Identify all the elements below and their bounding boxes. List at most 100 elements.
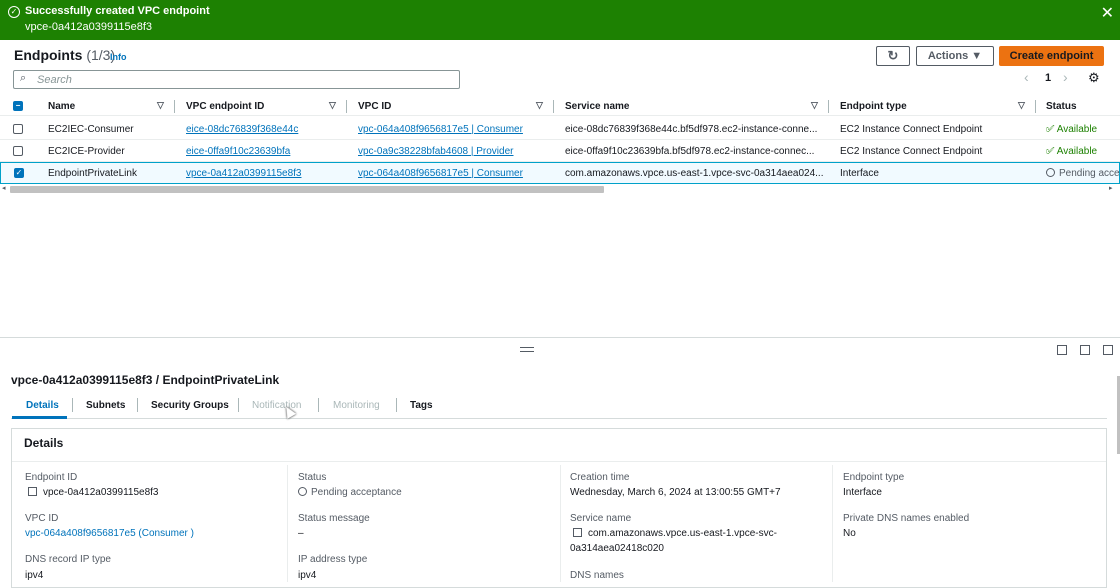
row-service-name: eice-0ffa9f10c23639bfa.bf5df978.ec2-inst… bbox=[565, 146, 815, 157]
resize-handle[interactable] bbox=[520, 347, 534, 352]
scroll-right-icon[interactable]: ▸ bbox=[1109, 184, 1113, 192]
close-icon[interactable]: ✕ bbox=[1101, 3, 1114, 23]
service-name-line1: com.amazonaws.vpce.us-east-1.vpce-svc- bbox=[588, 528, 777, 539]
column-divider[interactable] bbox=[828, 100, 829, 113]
tab-subnets[interactable]: Subnets bbox=[86, 400, 125, 411]
prev-page-button[interactable]: ‹ bbox=[1024, 69, 1029, 85]
table-row[interactable]: EC2ICE-Provider eice-0ffa9f10c23639bfa v… bbox=[0, 140, 1120, 162]
row-vpc-id-link[interactable]: vpc-0a9c38228bfab4608 | Provider bbox=[358, 146, 513, 157]
copy-icon[interactable] bbox=[28, 487, 37, 496]
tab-divider bbox=[72, 398, 73, 412]
horizontal-scrollbar[interactable]: ◂ ▸ bbox=[0, 184, 1120, 196]
search-placeholder: Search bbox=[37, 74, 72, 86]
tab-divider bbox=[318, 398, 319, 412]
split-divider bbox=[0, 337, 1120, 338]
row-vpc-id-link[interactable]: vpc-064a408f9656817e5 | Consumer bbox=[358, 168, 523, 179]
dns-ip-type-value: ipv4 bbox=[25, 570, 44, 581]
tab-tags[interactable]: Tags bbox=[410, 400, 433, 411]
sort-icon[interactable]: ▽ bbox=[536, 100, 543, 111]
row-endpoint-id-link[interactable]: eice-08dc76839f368e44c bbox=[186, 124, 298, 135]
refresh-icon: ↻ bbox=[887, 48, 899, 63]
table-row[interactable]: ✓ EndpointPrivateLink vpce-0a412a0399115… bbox=[0, 162, 1120, 184]
panel-side-icon[interactable] bbox=[1080, 345, 1090, 355]
row-checkbox[interactable]: ✓ bbox=[14, 168, 24, 178]
settings-icon[interactable]: ⚙ bbox=[1088, 70, 1100, 86]
panel-full-icon[interactable] bbox=[1103, 345, 1113, 355]
sort-icon[interactable]: ▽ bbox=[157, 100, 164, 111]
status-text: Pending acceptance bbox=[311, 487, 402, 498]
dns-names-label: DNS names bbox=[570, 570, 624, 581]
column-divider[interactable] bbox=[553, 100, 554, 113]
tab-divider bbox=[137, 398, 138, 412]
page-title: Endpoints (1/3) bbox=[14, 47, 115, 63]
banner-title: Successfully created VPC endpoint bbox=[25, 5, 210, 17]
column-name[interactable]: Name bbox=[48, 101, 75, 112]
active-tab-indicator bbox=[12, 416, 67, 419]
private-dns-label: Private DNS names enabled bbox=[843, 513, 970, 524]
row-endpoint-id-link[interactable]: vpce-0a412a0399115e8f3 bbox=[186, 168, 301, 179]
endpoint-type-value: Interface bbox=[843, 487, 882, 498]
row-name: EC2ICE-Provider bbox=[48, 146, 125, 157]
row-checkbox[interactable] bbox=[13, 146, 23, 156]
ip-address-type-value: ipv4 bbox=[298, 570, 317, 581]
sort-icon[interactable]: ▽ bbox=[329, 100, 336, 111]
column-vpc-id[interactable]: VPC ID bbox=[358, 101, 391, 112]
pending-icon bbox=[1046, 168, 1055, 177]
row-status: Pending acce bbox=[1046, 168, 1120, 179]
tab-baseline bbox=[11, 418, 1107, 419]
sort-icon[interactable]: ▽ bbox=[1018, 100, 1025, 111]
search-icon: ⌕ bbox=[20, 72, 27, 84]
tab-security-groups[interactable]: Security Groups bbox=[151, 400, 229, 411]
row-status-text: Available bbox=[1056, 146, 1098, 157]
service-name-line2: 0a314aea02418c020 bbox=[570, 543, 664, 554]
panel-bottom-icon[interactable] bbox=[1057, 345, 1067, 355]
create-endpoint-button[interactable]: Create endpoint bbox=[999, 46, 1104, 66]
column-divider[interactable] bbox=[174, 100, 175, 113]
row-name: EndpointPrivateLink bbox=[48, 168, 137, 179]
column-divider[interactable] bbox=[346, 100, 347, 113]
endpoint-type-label: Endpoint type bbox=[843, 472, 905, 483]
refresh-button[interactable]: ↻ bbox=[876, 46, 910, 66]
status-label: Status bbox=[298, 472, 327, 483]
details-panel bbox=[11, 428, 1107, 588]
row-endpoint-type: EC2 Instance Connect Endpoint bbox=[840, 124, 983, 135]
table-header: − Name ▽ VPC endpoint ID ▽ VPC ID ▽ Serv… bbox=[0, 97, 1120, 116]
creation-time-label: Creation time bbox=[570, 472, 630, 483]
tab-monitoring[interactable]: Monitoring bbox=[333, 400, 380, 411]
vpc-id-link[interactable]: vpc-064a408f9656817e5 (Consumer ) bbox=[25, 528, 194, 539]
column-status[interactable]: Status bbox=[1046, 101, 1077, 112]
details-panel-title: Details bbox=[24, 436, 64, 450]
panel-divider bbox=[12, 461, 1106, 462]
row-status: ✅︎ Available bbox=[1046, 146, 1097, 157]
select-all-checkbox[interactable]: − bbox=[13, 101, 23, 111]
page-number[interactable]: 1 bbox=[1045, 72, 1051, 84]
search-input[interactable]: ⌕ Search bbox=[13, 70, 460, 89]
info-link[interactable]: Info bbox=[110, 52, 127, 62]
tab-details[interactable]: Details bbox=[26, 400, 59, 411]
available-icon: ✅︎ bbox=[1046, 146, 1055, 157]
creation-time-value: Wednesday, March 6, 2024 at 13:00:55 GMT… bbox=[570, 487, 781, 498]
row-checkbox[interactable] bbox=[13, 124, 23, 134]
column-divider[interactable] bbox=[1035, 100, 1036, 113]
row-service-name: eice-08dc76839f368e44c.bf5df978.ec2-inst… bbox=[565, 124, 818, 135]
vpc-id-label: VPC ID bbox=[25, 513, 59, 524]
next-page-button[interactable]: › bbox=[1063, 69, 1068, 85]
row-endpoint-id-link[interactable]: eice-0ffa9f10c23639bfa bbox=[186, 146, 290, 157]
actions-button[interactable]: Actions ▼ bbox=[916, 46, 994, 66]
scroll-left-icon[interactable]: ◂ bbox=[2, 184, 6, 192]
row-vpc-id-link[interactable]: vpc-064a408f9656817e5 | Consumer bbox=[358, 124, 523, 135]
endpoint-id-value: vpce-0a412a0399115e8f3 bbox=[28, 487, 158, 498]
column-service-name[interactable]: Service name bbox=[565, 101, 630, 112]
copy-icon[interactable] bbox=[573, 528, 582, 537]
sort-icon[interactable]: ▽ bbox=[811, 100, 818, 111]
column-endpoint-id[interactable]: VPC endpoint ID bbox=[186, 101, 264, 112]
row-endpoint-type: Interface bbox=[840, 168, 879, 179]
tab-divider bbox=[396, 398, 397, 412]
table-row[interactable]: EC2IEC-Consumer eice-08dc76839f368e44c v… bbox=[0, 118, 1120, 140]
endpoint-id-label: Endpoint ID bbox=[25, 472, 78, 483]
column-endpoint-type[interactable]: Endpoint type bbox=[840, 101, 907, 112]
column-divider bbox=[832, 465, 833, 582]
row-status-text: Available bbox=[1056, 124, 1098, 135]
scrollbar-thumb[interactable] bbox=[10, 186, 604, 193]
dns-ip-type-label: DNS record IP type bbox=[25, 554, 111, 565]
